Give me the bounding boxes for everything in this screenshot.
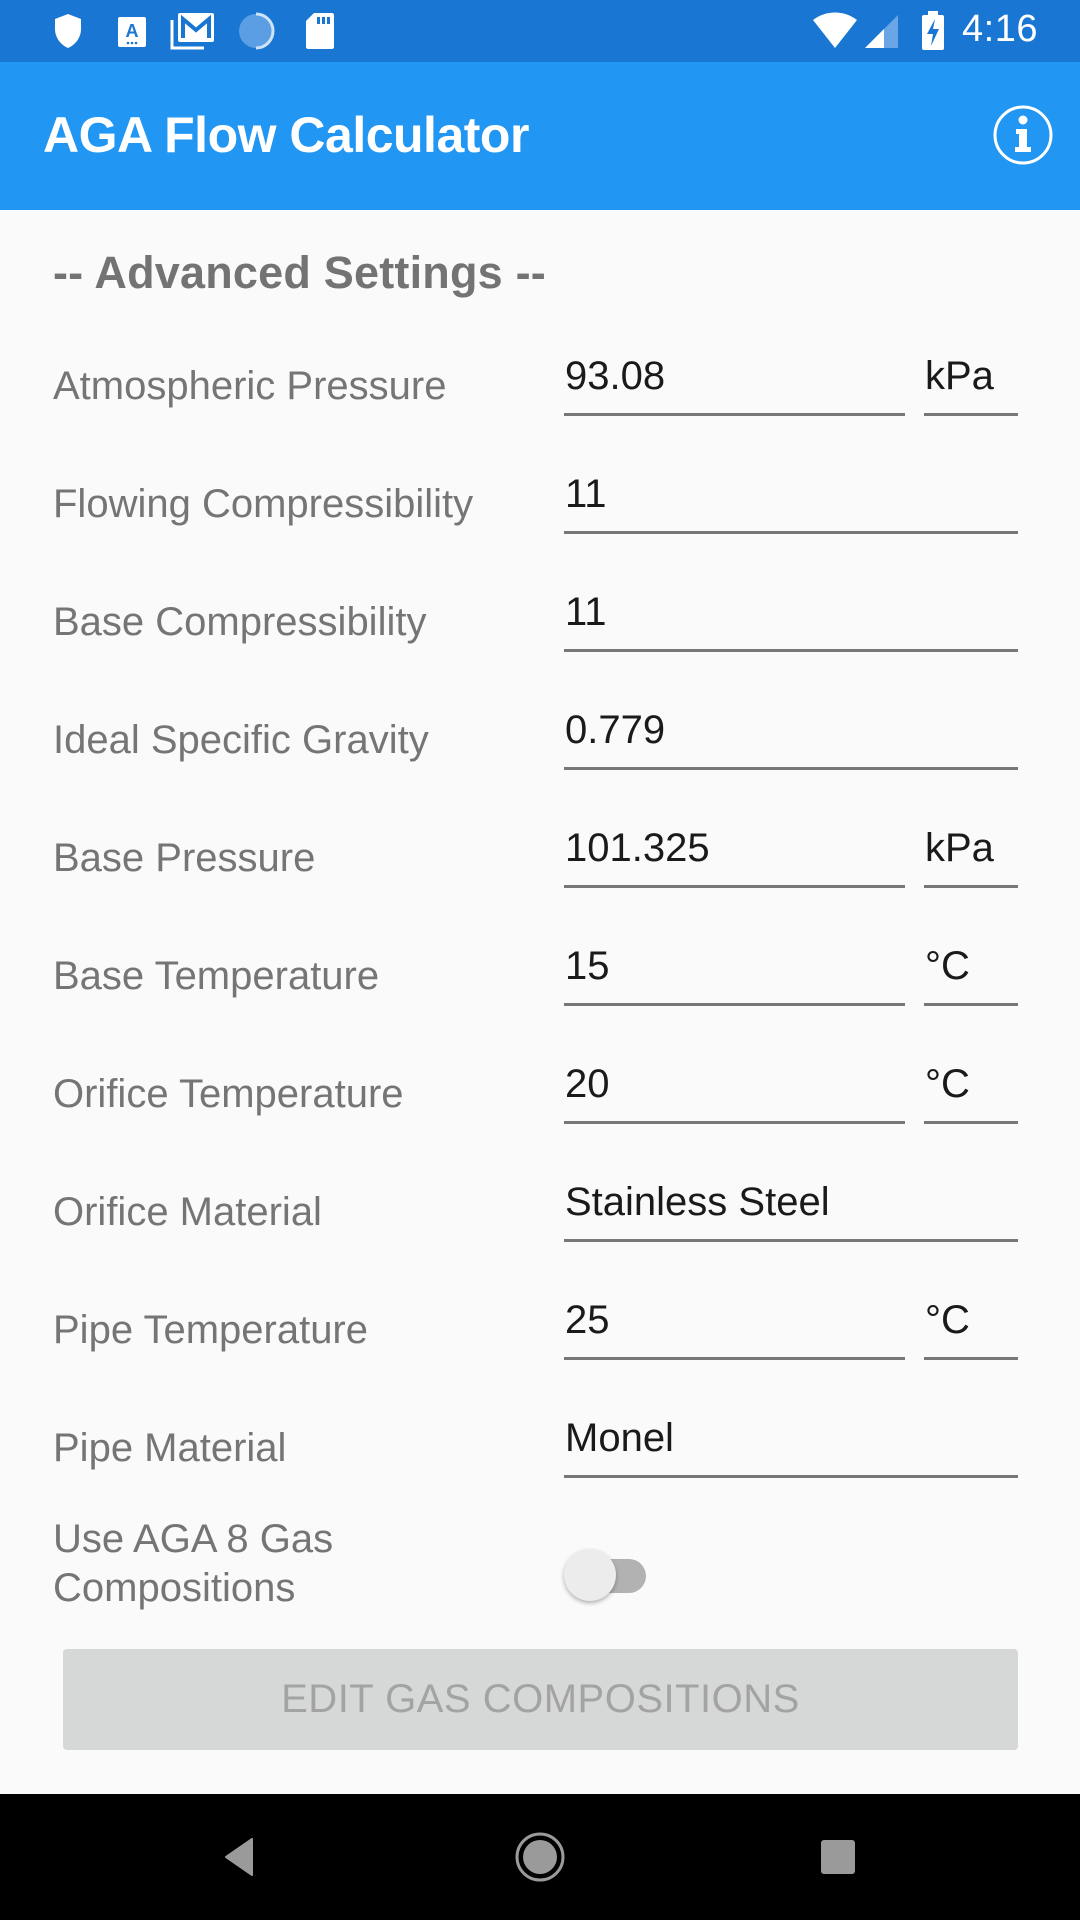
base-temperature-input[interactable]: 15	[564, 936, 905, 1006]
row-base-compressibility: Base Compressibility 11	[0, 564, 1080, 682]
flowing-compressibility-input[interactable]: 11	[564, 464, 1018, 534]
base-compressibility-input[interactable]: 11	[564, 582, 1018, 652]
navigation-bar	[0, 1794, 1080, 1920]
advanced-settings-form: -- Advanced Settings -- Atmospheric Pres…	[0, 210, 1080, 1794]
recents-icon	[821, 1840, 855, 1874]
orifice-temperature-unit-select[interactable]: °C	[924, 1054, 1018, 1124]
status-bar: A 4:16	[0, 0, 1080, 62]
pipe-temperature-input[interactable]: 25	[564, 1290, 905, 1360]
status-time: 4:16	[962, 8, 1038, 50]
svg-text:A: A	[126, 21, 139, 41]
use-aga8-switch[interactable]	[564, 1545, 648, 1605]
wifi-icon	[812, 12, 858, 50]
field-label: Base Compressibility	[53, 600, 427, 644]
app-title: AGA Flow Calculator	[43, 107, 529, 163]
field-label: Base Temperature	[53, 954, 380, 998]
row-atmospheric-pressure: Atmospheric Pressure 93.08 kPa	[0, 328, 1080, 446]
orifice-material-select[interactable]: Stainless Steel	[564, 1172, 1018, 1242]
app-bar: AGA Flow Calculator	[0, 62, 1080, 210]
info-icon	[993, 105, 1053, 165]
field-label: Ideal Specific Gravity	[53, 718, 429, 762]
orifice-temperature-input[interactable]: 20	[564, 1054, 905, 1124]
field-label: Orifice Material	[53, 1190, 322, 1234]
field-label: Atmospheric Pressure	[53, 364, 447, 408]
cellular-signal-icon	[864, 12, 900, 50]
base-temperature-unit-select[interactable]: °C	[924, 936, 1018, 1006]
row-ideal-specific-gravity: Ideal Specific Gravity 0.779	[0, 682, 1080, 800]
row-pipe-temperature: Pipe Temperature 25 °C	[0, 1272, 1080, 1390]
row-use-aga8: Use AGA 8 Gas Compositions	[0, 1515, 1080, 1635]
field-label: Orifice Temperature	[53, 1072, 404, 1116]
pipe-temperature-unit-select[interactable]: °C	[924, 1290, 1018, 1360]
info-button[interactable]	[992, 104, 1054, 166]
field-label: Flowing Compressibility	[53, 482, 474, 526]
row-base-temperature: Base Temperature 15 °C	[0, 918, 1080, 1036]
atmospheric-pressure-unit-select[interactable]: kPa	[924, 346, 1018, 416]
pipe-material-select[interactable]: Monel	[564, 1408, 1018, 1478]
ideal-specific-gravity-input[interactable]: 0.779	[564, 700, 1018, 770]
row-flowing-compressibility: Flowing Compressibility 11	[0, 446, 1080, 564]
section-heading: -- Advanced Settings --	[53, 247, 546, 298]
base-pressure-input[interactable]: 101.325	[564, 818, 905, 888]
home-button[interactable]	[500, 1824, 580, 1890]
aga8-label-line2: Compositions	[53, 1566, 296, 1610]
base-pressure-unit-select[interactable]: kPa	[924, 818, 1018, 888]
atmospheric-pressure-input[interactable]: 93.08	[564, 346, 905, 416]
shield-icon	[52, 12, 84, 50]
sd-card-icon	[305, 12, 335, 50]
aga8-label-line1: Use AGA 8 Gas	[53, 1517, 334, 1561]
recents-button[interactable]	[798, 1824, 878, 1890]
row-orifice-temperature: Orifice Temperature 20 °C	[0, 1036, 1080, 1154]
battery-charging-icon	[921, 11, 945, 50]
switch-thumb	[564, 1549, 616, 1601]
field-label: Base Pressure	[53, 836, 316, 880]
row-orifice-material: Orifice Material Stainless Steel	[0, 1154, 1080, 1272]
sync-loading-icon	[237, 12, 275, 50]
keyboard-a-icon: A	[117, 12, 147, 50]
gmail-icon	[170, 12, 216, 50]
back-icon	[225, 1838, 253, 1876]
row-pipe-material: Pipe Material Monel	[0, 1390, 1080, 1508]
aga8-toggle-label: Use AGA 8 Gas Compositions	[53, 1515, 453, 1613]
row-base-pressure: Base Pressure 101.325 kPa	[0, 800, 1080, 918]
field-label: Pipe Material	[53, 1426, 287, 1470]
home-icon	[515, 1832, 565, 1882]
edit-gas-compositions-button[interactable]: EDIT GAS COMPOSITIONS	[63, 1649, 1018, 1750]
back-button[interactable]	[202, 1824, 282, 1890]
field-label: Pipe Temperature	[53, 1308, 368, 1352]
